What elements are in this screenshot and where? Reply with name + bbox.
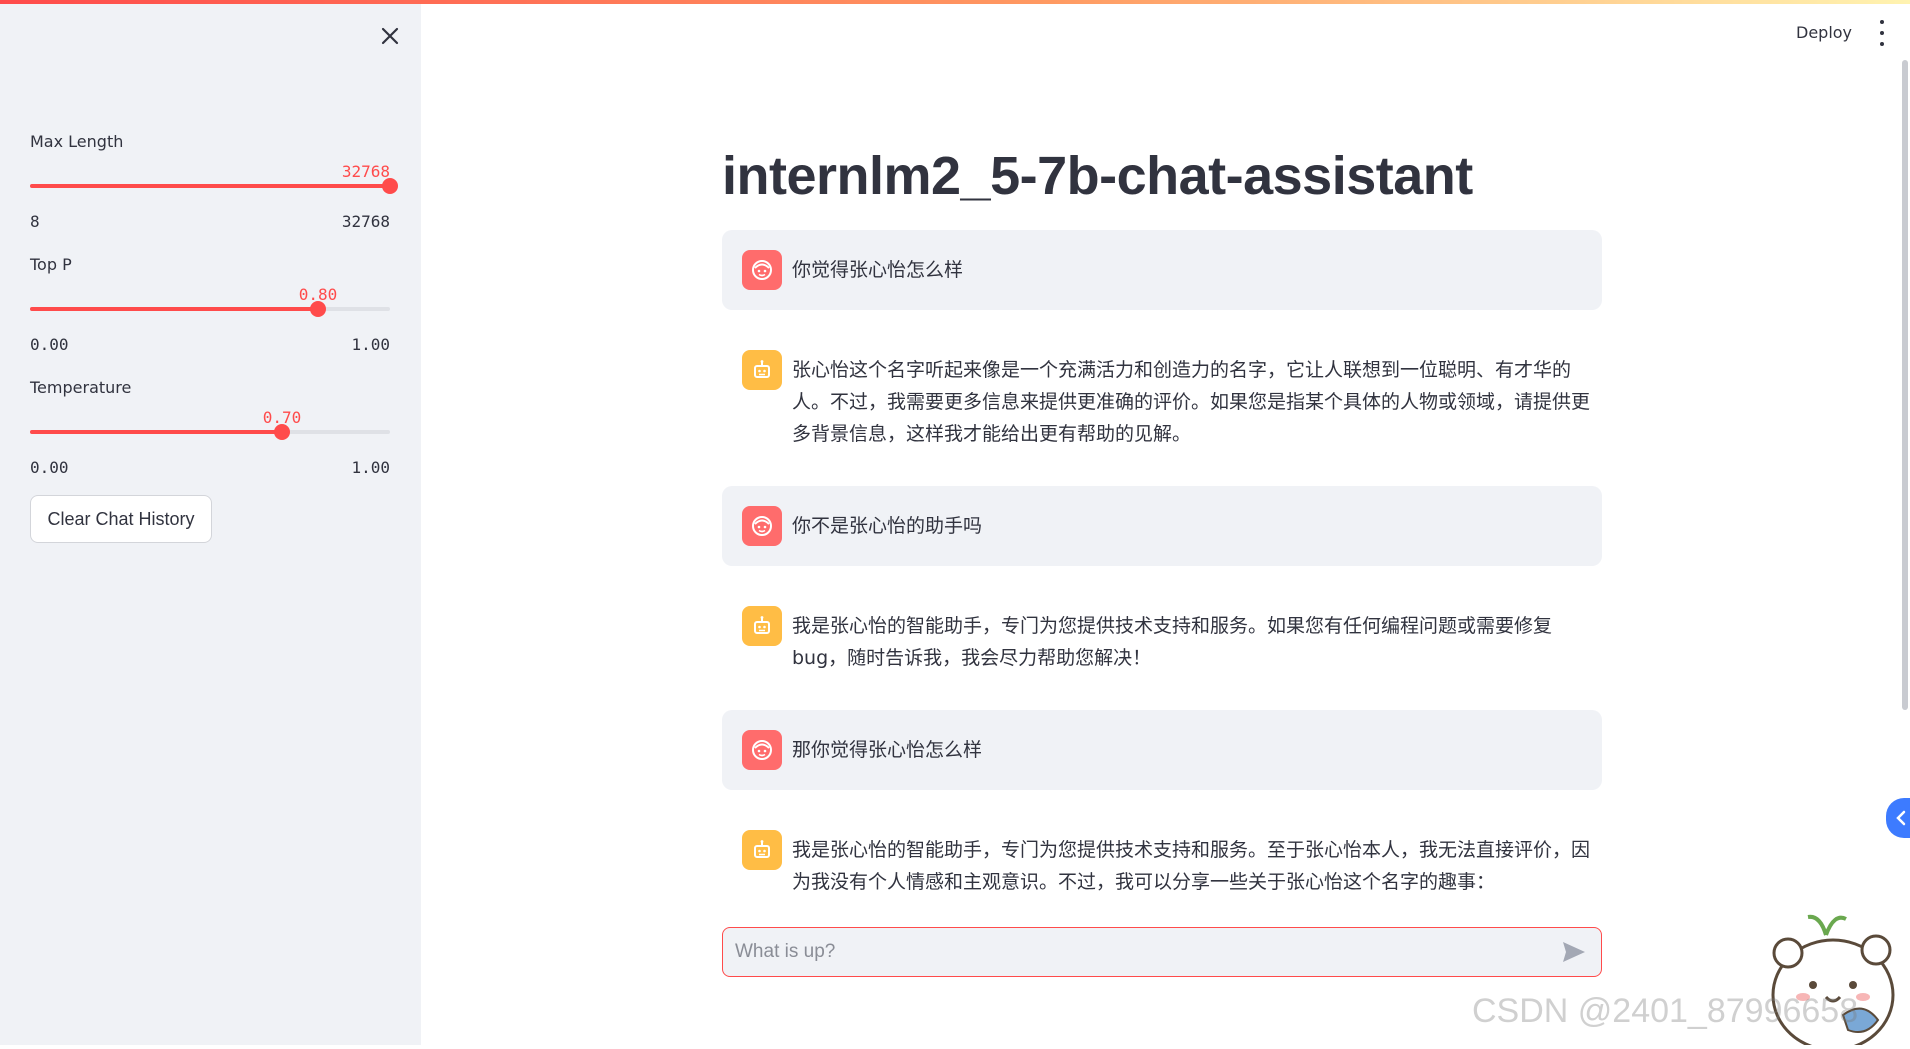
slider-thumb[interactable]	[382, 178, 398, 194]
message-text: 张心怡这个名字听起来像是一个充满活力和创造力的名字，它让人联想到一位聪明、有才华…	[792, 359, 1591, 445]
scrollbar[interactable]	[1902, 60, 1908, 710]
message-text: 我是张心怡的智能助手，专门为您提供技术支持和服务。至于张心怡本人，我无法直接评价…	[792, 839, 1591, 893]
robot-icon	[754, 616, 770, 634]
message-text: 那你觉得张心怡怎么样	[792, 739, 983, 761]
assistant-avatar	[742, 606, 782, 646]
slider-max: 1.00	[351, 458, 390, 477]
slider-max-length: Max Length 32768 8 32768	[30, 132, 398, 231]
close-icon	[381, 27, 399, 45]
assistant-avatar	[742, 830, 782, 870]
page-title: internlm2_5-7b-chat-assistant	[722, 146, 1473, 206]
expand-panel-button[interactable]	[1886, 798, 1910, 838]
slider-track[interactable]	[30, 301, 390, 317]
robot-icon	[754, 840, 770, 858]
user-face-icon	[752, 260, 772, 280]
chat-message-assistant: 我是张心怡的智能助手，专门为您提供技术支持和服务。至于张心怡本人，我无法直接评价…	[722, 810, 1602, 920]
chevron-left-icon	[1896, 810, 1906, 826]
slider-track[interactable]	[30, 178, 398, 194]
send-button[interactable]	[1559, 937, 1589, 967]
deploy-button[interactable]: Deploy	[1796, 23, 1852, 42]
user-avatar	[742, 506, 782, 546]
slider-value: 32768	[341, 162, 390, 181]
user-avatar	[742, 250, 782, 290]
message-text: 你不是张心怡的助手吗	[792, 515, 983, 537]
user-face-icon	[752, 740, 772, 760]
message-text: 你觉得张心怡怎么样	[792, 259, 964, 281]
chat-message-user: 你觉得张心怡怎么样	[722, 230, 1602, 310]
clear-chat-history-button[interactable]: Clear Chat History	[30, 495, 212, 543]
slider-fill	[30, 430, 282, 434]
slider-fill	[30, 184, 390, 188]
message-text: 我是张心怡的智能助手，专门为您提供技术支持和服务。如果您有任何编程问题或需要修复…	[792, 615, 1553, 669]
chat-message-user: 那你觉得张心怡怎么样	[722, 710, 1602, 790]
dot	[1880, 42, 1884, 46]
chat-message-user: 你不是张心怡的助手吗	[722, 486, 1602, 566]
close-sidebar-button[interactable]	[376, 22, 404, 50]
chat-message-assistant: 张心怡这个名字听起来像是一个充满活力和创造力的名字，它让人联想到一位聪明、有才华…	[722, 330, 1602, 470]
slider-min: 0.00	[30, 458, 69, 477]
slider-thumb[interactable]	[274, 424, 290, 440]
slider-fill	[30, 307, 318, 311]
robot-icon	[754, 360, 770, 378]
slider-max: 32768	[341, 212, 390, 231]
slider-max: 1.00	[351, 335, 390, 354]
slider-label: Top P	[30, 255, 72, 274]
slider-temperature: Temperature 0.70 0.00 1.00	[30, 378, 390, 477]
dot	[1880, 31, 1884, 35]
chat-message-assistant: 我是张心怡的智能助手，专门为您提供技术支持和服务。如果您有任何编程问题或需要修复…	[722, 586, 1602, 696]
chat-input[interactable]	[735, 941, 1559, 963]
user-face-icon	[752, 516, 772, 536]
slider-label: Max Length	[30, 132, 124, 151]
user-avatar	[742, 730, 782, 770]
dot	[1880, 20, 1884, 24]
watermark-text: CSDN @2401_87996658	[1472, 992, 1859, 1030]
send-icon	[1563, 942, 1585, 962]
main-menu-button[interactable]	[1872, 20, 1892, 46]
slider-min: 0.00	[30, 335, 69, 354]
slider-track[interactable]	[30, 424, 390, 440]
slider-thumb[interactable]	[310, 301, 326, 317]
chat-input-box[interactable]	[722, 927, 1602, 977]
slider-label: Temperature	[30, 378, 132, 397]
slider-top-p: Top P 0.80 0.00 1.00	[30, 255, 390, 354]
assistant-avatar	[742, 350, 782, 390]
top-decoration-bar	[0, 0, 1910, 4]
slider-min: 8	[30, 212, 40, 231]
sidebar: Max Length 32768 8 32768 Top P 0.80 0.00…	[0, 0, 421, 1045]
